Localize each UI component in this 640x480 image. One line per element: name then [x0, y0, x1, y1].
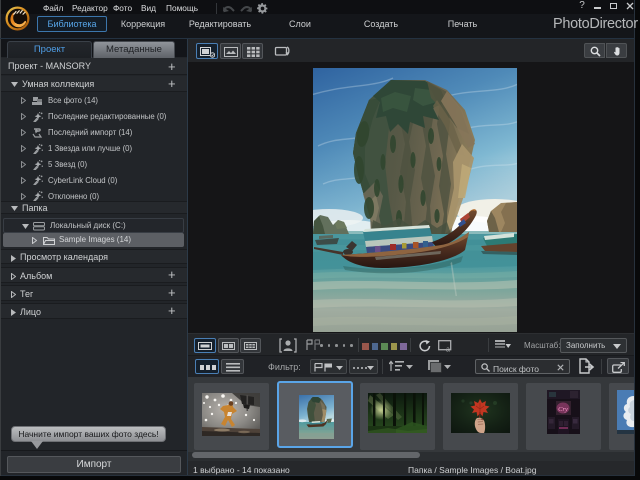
svg-text:a: a: [446, 347, 450, 353]
svg-text:Cry: Cry: [558, 406, 568, 413]
